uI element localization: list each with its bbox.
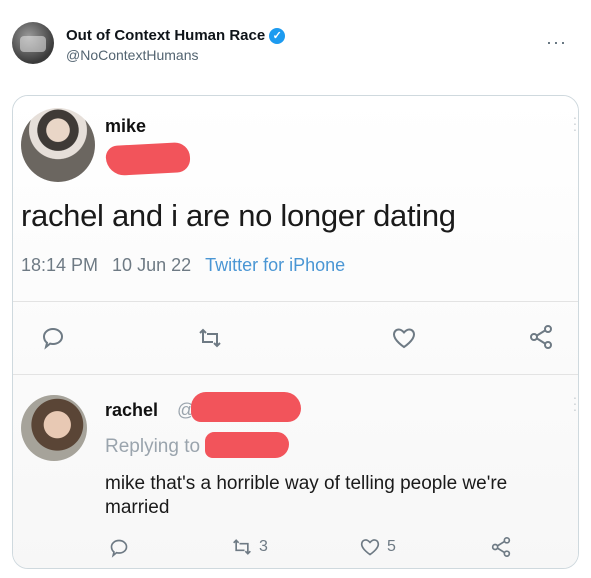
like-icon: [391, 326, 417, 350]
like-icon: [360, 539, 380, 556]
tweet-text: rachel and i are no longer dating: [21, 198, 456, 233]
kebab-menu-icon: · · ·: [572, 389, 578, 417]
redaction-mark: [105, 141, 191, 177]
share-icon: [529, 324, 553, 350]
mike-name: mike: [105, 116, 147, 136]
tweet-date: 10 Jun 22: [112, 255, 192, 275]
replying-to-label: Replying to: [105, 436, 201, 457]
account-name-row[interactable]: Out of Context Human Race ✓: [66, 27, 286, 44]
redaction-mark: [191, 392, 301, 422]
tweet-meta: 18:14 PM 10 Jun 22 Twitter for iPhone: [21, 255, 345, 276]
kebab-menu-icon: · · ·: [572, 109, 578, 137]
share-icon: [491, 536, 511, 558]
retweet-icon: [197, 326, 223, 350]
reply-text: mike that's a horrible way of telling pe…: [105, 473, 508, 518]
like-count-value: 5: [387, 538, 396, 555]
tweet-time: 18:14 PM: [21, 255, 99, 275]
display-name[interactable]: Out of Context Human Race: [66, 27, 265, 44]
retweet-count-value: 3: [259, 538, 268, 555]
reply-icon: [109, 538, 129, 558]
retweet-icon: [233, 539, 251, 555]
reply-icon: [41, 326, 65, 350]
divider: [13, 301, 578, 302]
verified-badge-icon: ✓: [269, 27, 286, 44]
rachel-avatar: [21, 395, 87, 461]
tweet-actions: [13, 320, 578, 360]
like-count: 5: [359, 537, 396, 557]
rachel-name: rachel: [105, 400, 159, 420]
mike-avatar: [21, 108, 95, 182]
account-avatar[interactable]: [12, 22, 54, 64]
divider: [13, 374, 578, 375]
tweet-source: Twitter for iPhone: [205, 255, 346, 275]
embedded-screenshot[interactable]: mike · · · rachel and i are no longer dati…: [12, 95, 579, 569]
redaction-mark: [205, 432, 289, 458]
more-options-icon[interactable]: ···: [546, 32, 567, 53]
account-handle[interactable]: @NoContextHumans: [66, 47, 199, 63]
retweet-count: 3: [231, 537, 268, 557]
tweet-header: Out of Context Human Race ✓ @NoContextHu…: [0, 0, 591, 90]
